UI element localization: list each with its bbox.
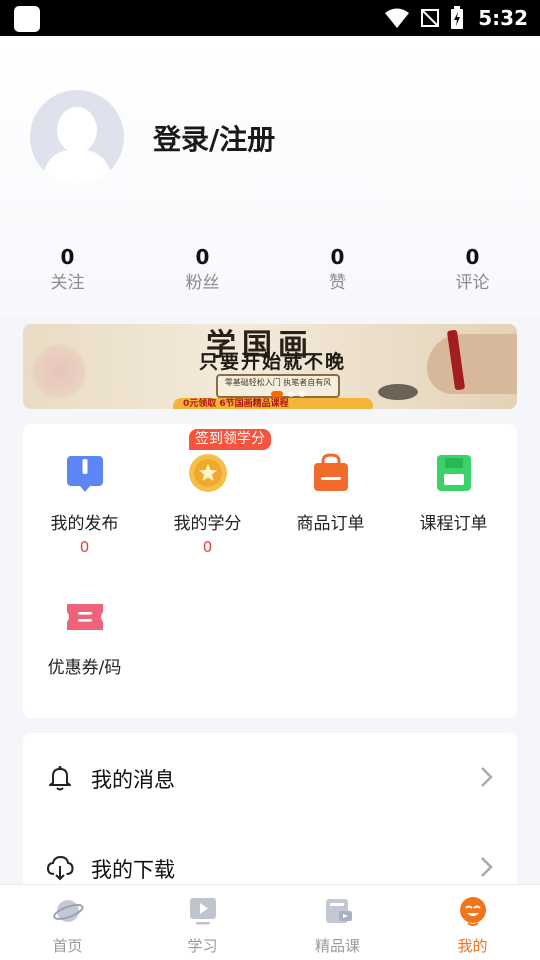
stat-count: 0 — [465, 245, 480, 269]
menu-my-credits[interactable]: 我的学分 0 — [146, 453, 269, 556]
tab-mine[interactable]: 我的 — [405, 885, 540, 960]
cloud-download-icon — [46, 855, 74, 881]
tab-label: 学习 — [187, 937, 218, 955]
banner-promo-text: 0元领取 6节国画精品课程 — [173, 398, 373, 409]
stat-count: 0 — [195, 245, 210, 269]
menu-label: 课程订单 — [419, 514, 488, 534]
menu-product-orders[interactable]: 商品订单 — [269, 453, 392, 534]
clock: 5:32 — [478, 6, 528, 30]
stat-label: 关注 — [50, 273, 85, 293]
status-bar: 5:32 — [0, 0, 540, 36]
credit-coin-icon — [188, 454, 227, 492]
menu-label: 我的发布 — [50, 514, 119, 534]
notification-app-icon — [14, 6, 40, 32]
list-item-label: 我的消息 — [91, 768, 175, 792]
carousel-indicator — [271, 391, 305, 397]
login-register-link[interactable]: 登录/注册 — [153, 118, 275, 158]
stat-count: 0 — [330, 245, 345, 269]
stat-likes[interactable]: 0 赞 — [270, 244, 405, 304]
lotus-decoration — [29, 344, 89, 399]
no-signal-icon — [421, 9, 440, 27]
menu-label: 优惠券/码 — [47, 658, 122, 678]
hand-decoration — [427, 334, 517, 394]
course-card-icon — [325, 899, 352, 923]
planet-icon — [52, 900, 84, 922]
stat-label: 评论 — [455, 273, 490, 293]
tab-label: 我的 — [457, 937, 488, 955]
carousel-dot[interactable] — [288, 391, 294, 397]
list-item-messages[interactable]: 我的消息 — [23, 743, 517, 813]
tab-premium-courses[interactable]: 精品课 — [270, 885, 405, 960]
stat-comments[interactable]: 0 评论 — [405, 244, 540, 304]
status-icons: 5:32 — [384, 0, 528, 36]
carousel-dot[interactable] — [271, 391, 283, 397]
chevron-right-icon — [481, 857, 493, 877]
tab-label: 精品课 — [314, 937, 360, 955]
course-save-icon — [436, 455, 471, 491]
menu-my-posts[interactable]: 我的发布 0 — [23, 453, 146, 556]
avatar[interactable] — [30, 90, 124, 184]
stat-label: 赞 — [329, 273, 346, 293]
bell-icon — [49, 766, 71, 791]
tab-home[interactable]: 首页 — [0, 885, 135, 960]
promo-banner[interactable]: 学国画 只要开始就不晚 零基础轻松入门 执笔者自有风 0元领取 6节国画精品课程 — [23, 324, 517, 409]
stat-label: 粉丝 — [185, 273, 220, 293]
default-avatar-icon — [42, 107, 112, 184]
battery-charging-icon — [451, 6, 464, 29]
checkin-badge[interactable]: 签到领学分 — [189, 429, 271, 450]
menu-course-orders[interactable]: 课程订单 — [392, 453, 515, 534]
carousel-dot[interactable] — [299, 391, 305, 397]
menu-count: 0 — [79, 538, 90, 556]
menu-count: 0 — [202, 538, 213, 556]
menu-label: 我的学分 — [173, 514, 242, 534]
menu-coupons[interactable]: 优惠券/码 — [23, 597, 146, 678]
tab-study[interactable]: 学习 — [135, 885, 270, 960]
stat-followers[interactable]: 0 粉丝 — [135, 244, 270, 304]
shopping-bag-icon — [313, 453, 348, 491]
ink-dish-decoration — [378, 384, 418, 400]
services-card: 签到领学分 我的发布 0 我的学分 0 商品订单 课程订单 优惠券/码 — [23, 424, 517, 718]
stat-count: 0 — [60, 245, 75, 269]
profile-face-icon — [459, 897, 486, 926]
wifi-icon — [385, 8, 410, 28]
list-item-label: 我的下载 — [91, 858, 175, 882]
banner-subtitle: 只要开始就不晚 — [199, 351, 347, 373]
bottom-tab-bar: 首页 学习 精品课 我的 — [0, 884, 540, 960]
publish-icon — [66, 456, 103, 492]
stat-following[interactable]: 0 关注 — [0, 244, 135, 304]
chevron-right-icon — [481, 767, 493, 787]
play-video-icon — [189, 898, 216, 925]
coupon-icon — [66, 604, 103, 630]
stats-row: 0 关注 0 粉丝 0 赞 0 评论 — [0, 244, 540, 304]
tab-label: 首页 — [52, 937, 83, 955]
menu-label: 商品订单 — [296, 514, 365, 534]
